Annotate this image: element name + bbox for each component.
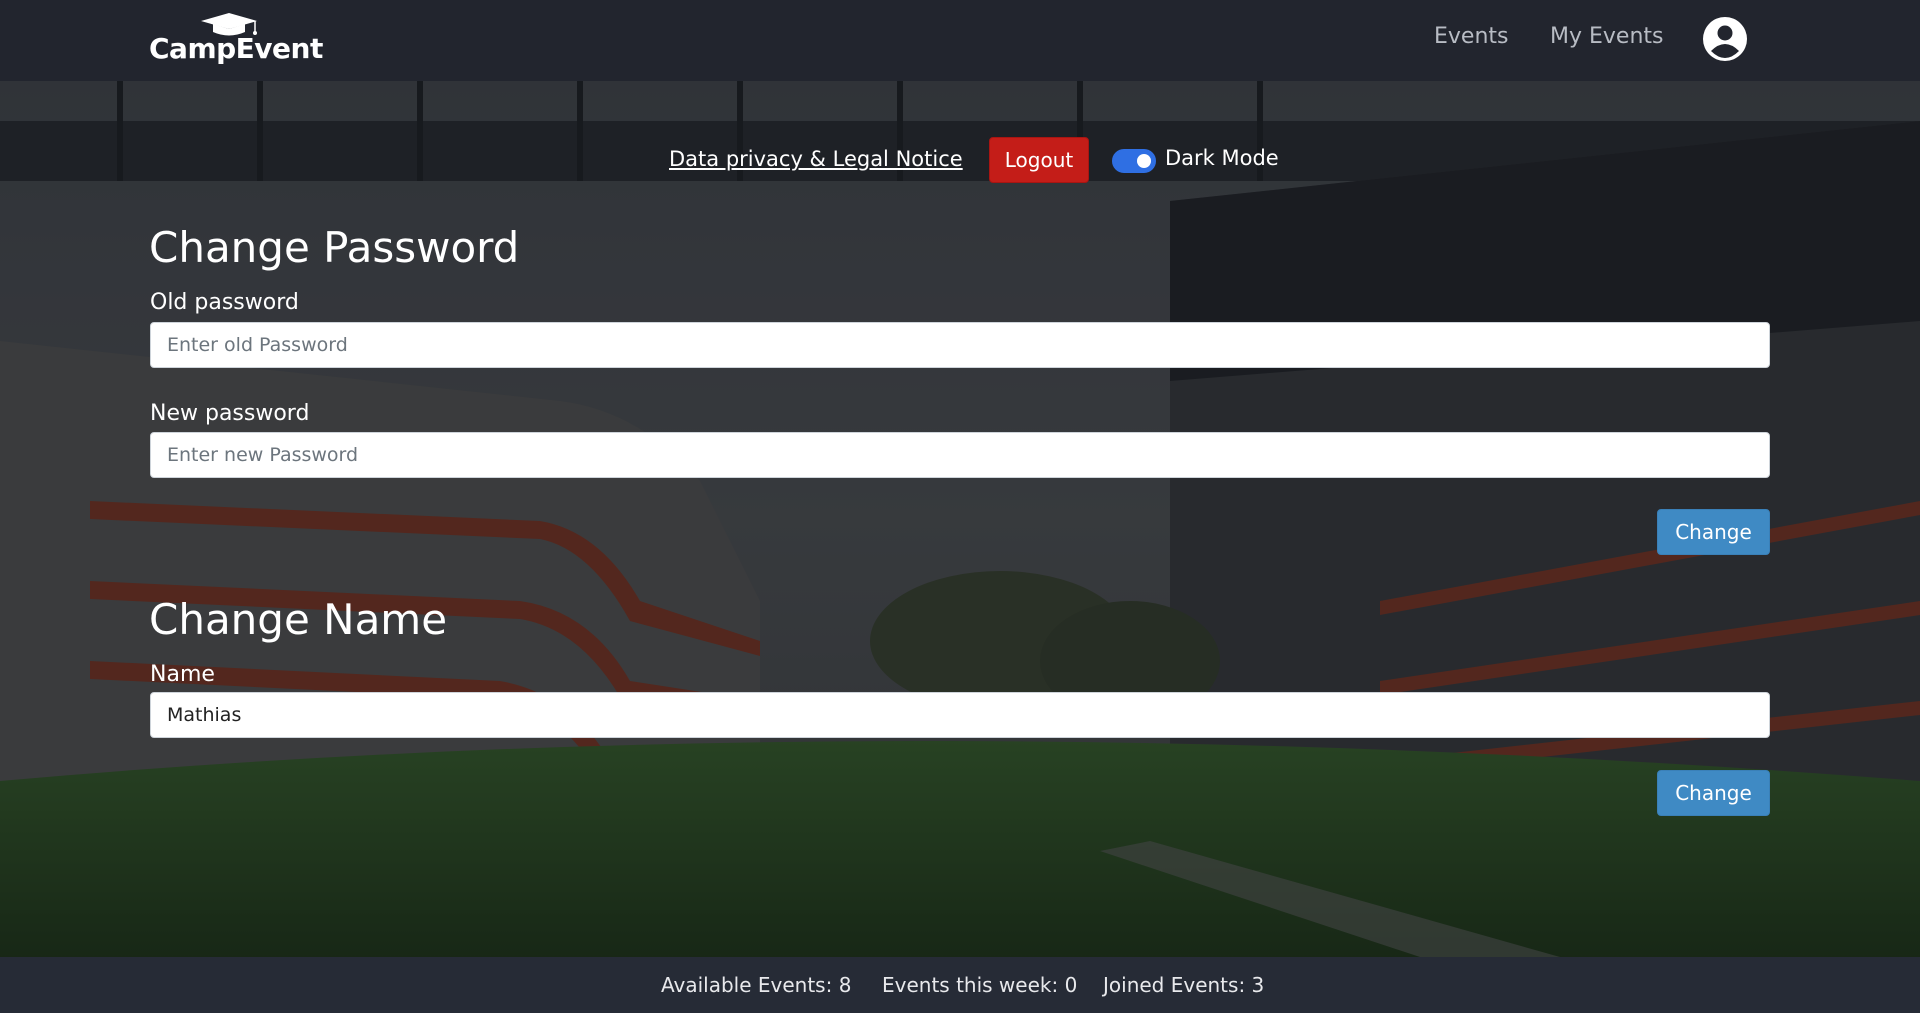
old-password-input[interactable] bbox=[150, 322, 1770, 368]
joined-events-stat: Joined Events: 3 bbox=[1103, 973, 1265, 997]
settings-content: Data privacy & Legal Notice Logout Dark … bbox=[0, 81, 1920, 957]
toggle-knob bbox=[1137, 154, 1151, 168]
available-events-stat: Available Events: 8 bbox=[661, 973, 852, 997]
dark-mode-label: Dark Mode bbox=[1165, 146, 1279, 170]
name-input[interactable] bbox=[150, 692, 1770, 738]
dark-mode-toggle[interactable] bbox=[1112, 149, 1156, 173]
brand-logo[interactable]: CampEvent bbox=[149, 10, 323, 70]
new-password-input[interactable] bbox=[150, 432, 1770, 478]
user-avatar-icon[interactable] bbox=[1702, 16, 1748, 62]
brand-name: CampEvent bbox=[149, 32, 323, 65]
navbar: CampEvent Events My Events bbox=[0, 0, 1920, 81]
footer-stats-bar: Available Events: 8 Events this week: 0 … bbox=[0, 957, 1920, 1013]
logout-button[interactable]: Logout bbox=[989, 137, 1089, 183]
new-password-label: New password bbox=[150, 401, 310, 426]
change-password-button[interactable]: Change bbox=[1657, 509, 1770, 555]
nav-events-link[interactable]: Events bbox=[1434, 24, 1509, 49]
legal-notice-link[interactable]: Data privacy & Legal Notice bbox=[669, 147, 963, 171]
change-password-title: Change Password bbox=[149, 223, 520, 272]
change-name-title: Change Name bbox=[149, 595, 448, 644]
change-name-button[interactable]: Change bbox=[1657, 770, 1770, 816]
events-this-week-stat: Events this week: 0 bbox=[882, 973, 1078, 997]
old-password-label: Old password bbox=[150, 290, 299, 315]
nav-my-events-link[interactable]: My Events bbox=[1550, 24, 1663, 49]
name-label: Name bbox=[150, 662, 215, 687]
